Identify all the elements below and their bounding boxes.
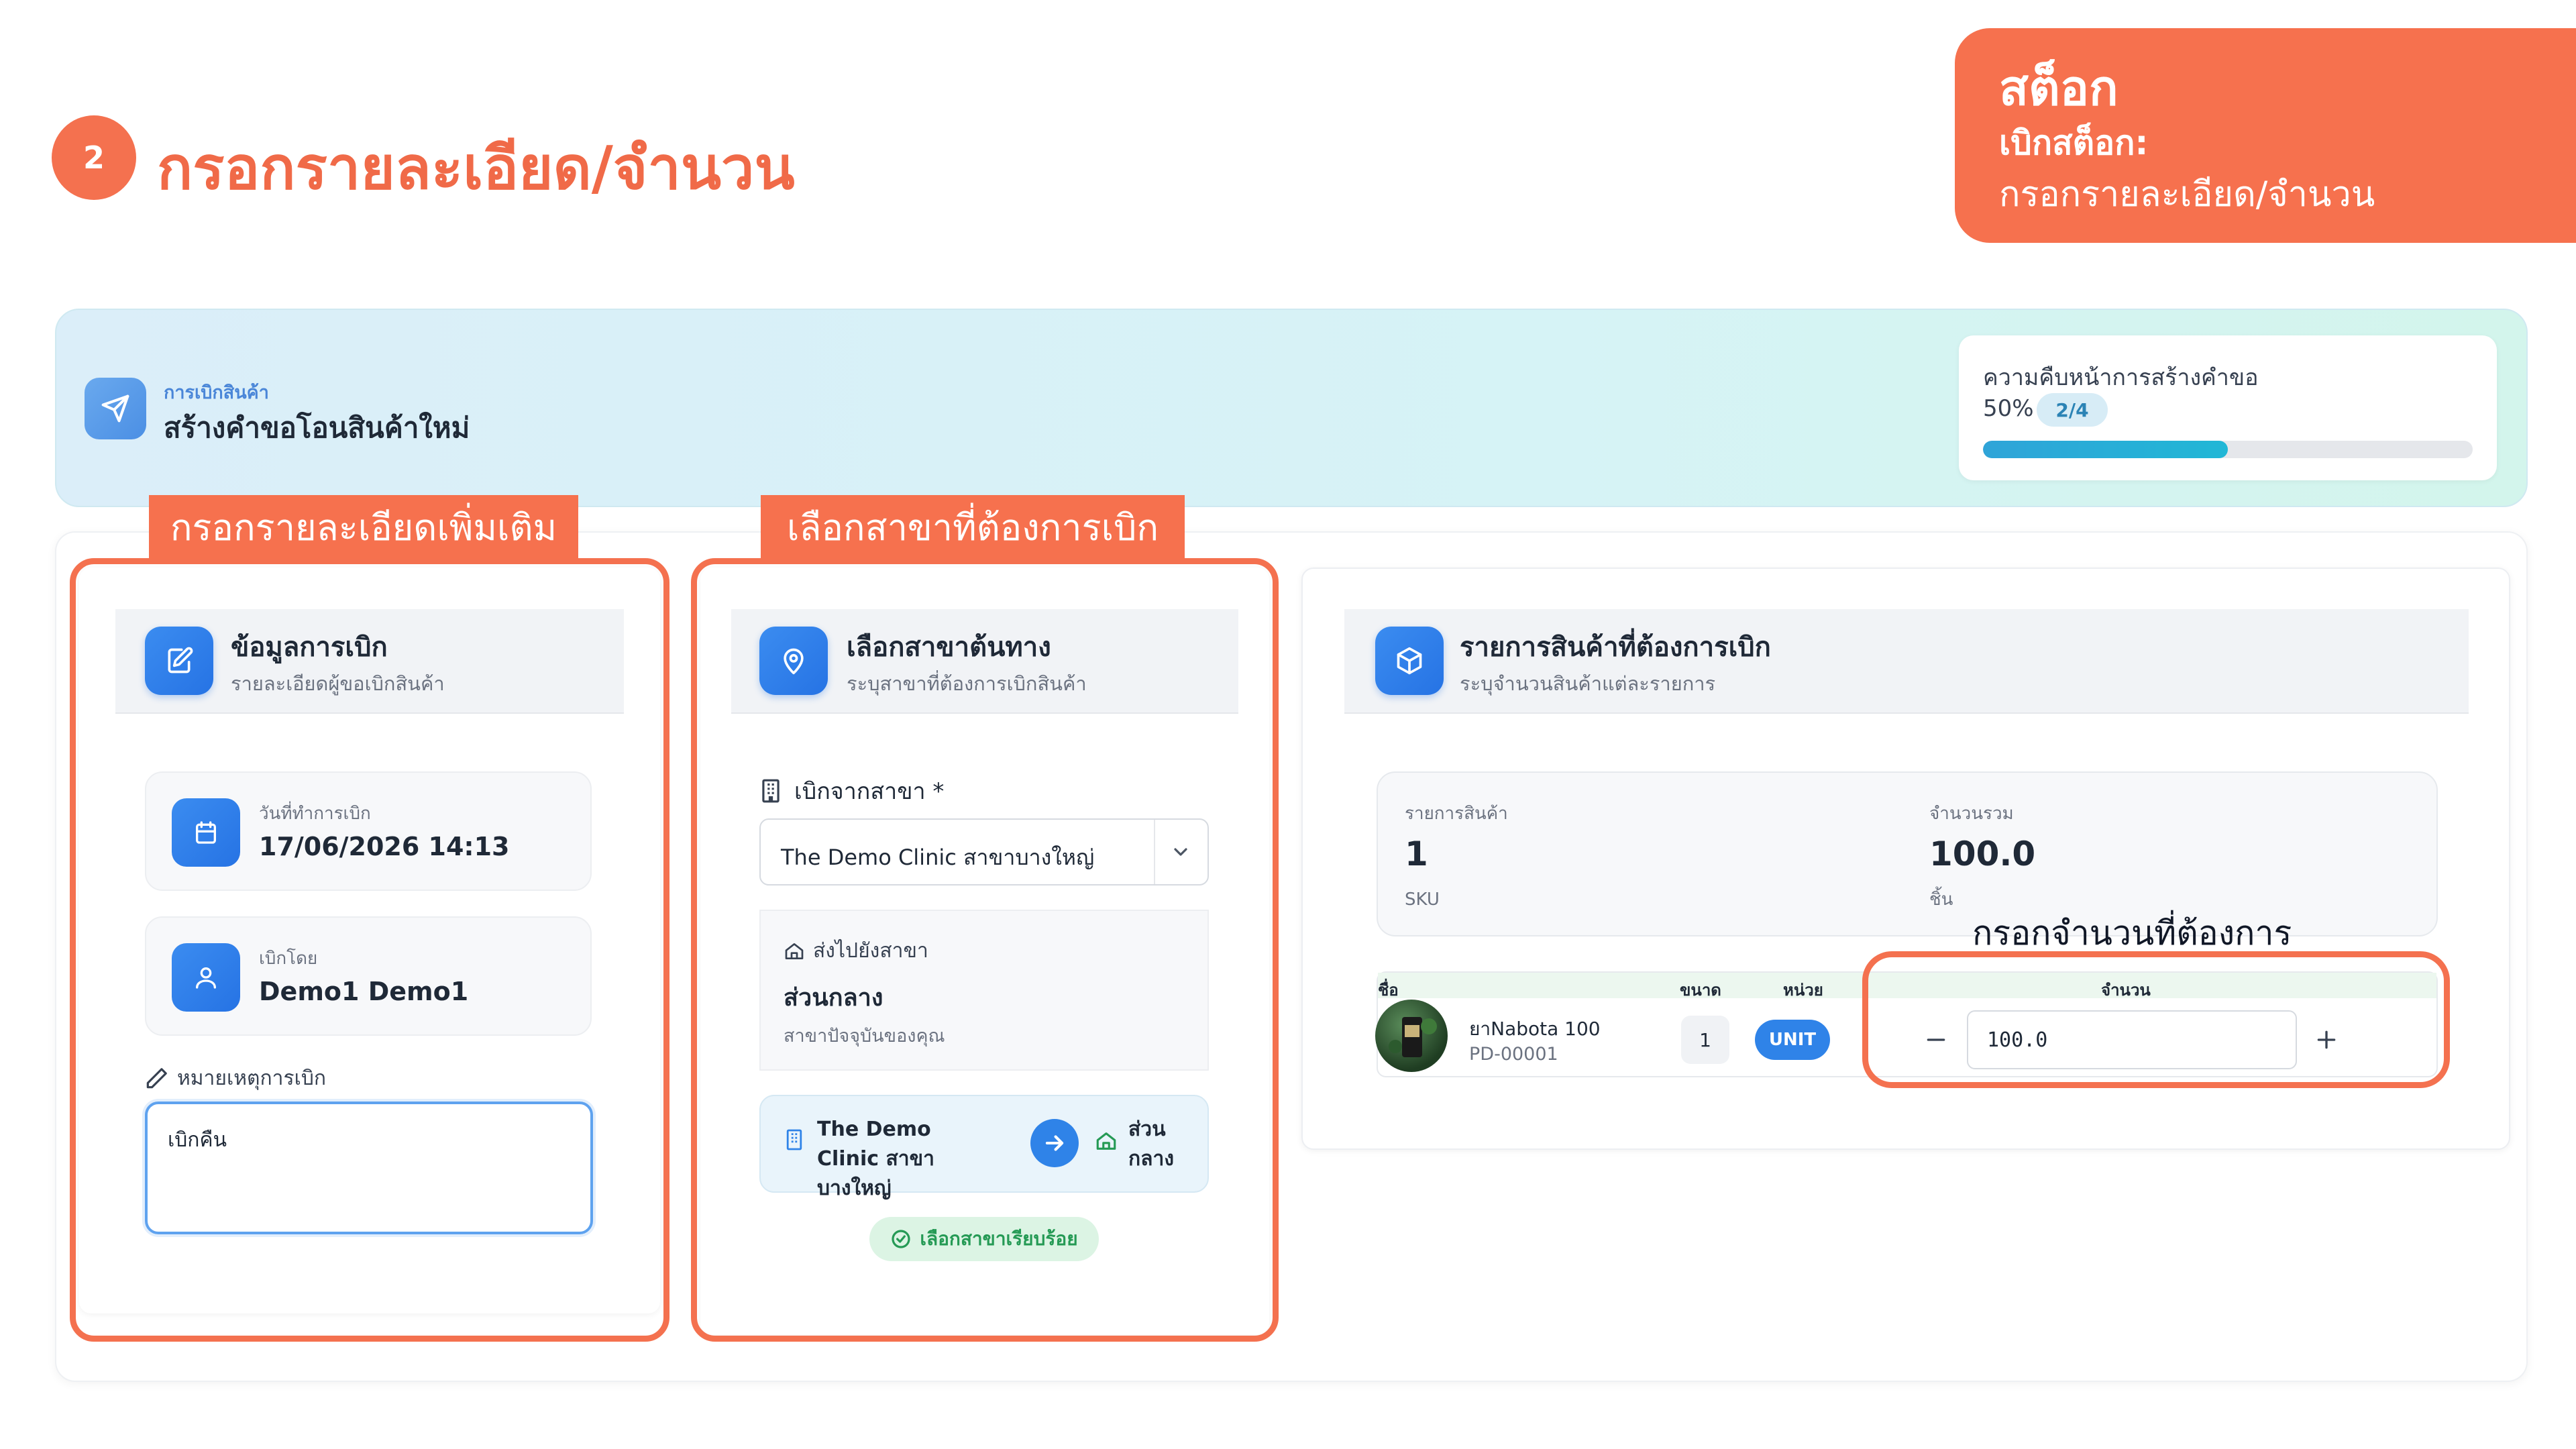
- total-qty-label: จำนวนรวม: [1929, 804, 2014, 824]
- section-tag-detail: กรอกรายละเอียด/จำนวน: [1999, 174, 2375, 215]
- quantity-highlight: [1862, 951, 2450, 1088]
- product-unit-badge[interactable]: UNIT: [1755, 1020, 1830, 1060]
- column-size-header: ขนาด: [1680, 981, 1721, 1000]
- products-title: รายการสินค้าที่ต้องการเบิก: [1460, 632, 1771, 663]
- send-icon: [85, 378, 146, 439]
- column-name-header: ชื่อ: [1378, 981, 1399, 1000]
- progress-step-badge: 2/4: [2037, 393, 2108, 427]
- product-name: ยาNabota 100: [1469, 1018, 1601, 1040]
- details-annotation: กรอกรายละเอียดเพิ่มเติม: [149, 495, 578, 559]
- items-count-label: รายการสินค้า: [1405, 804, 1508, 824]
- details-highlight: [70, 558, 669, 1342]
- section-tag-title: สต็อก: [1999, 60, 2118, 116]
- section-tag: สต็อก เบิกสต็อก: กรอกรายละเอียด/จำนวน: [1955, 28, 2576, 243]
- progress-fill: [1983, 441, 2228, 458]
- product-code: PD-00001: [1469, 1044, 1558, 1065]
- items-count-value: 1: [1405, 835, 1428, 873]
- items-count-unit: SKU: [1405, 890, 1440, 910]
- product-size: 1: [1681, 1016, 1729, 1064]
- breadcrumb[interactable]: การเบิกสินค้า: [164, 378, 269, 407]
- step-number-badge: 2: [52, 115, 136, 200]
- box-icon: [1375, 627, 1444, 695]
- progress-percent: 50%: [1983, 395, 2034, 422]
- branch-annotation: เลือกสาขาที่ต้องการเบิก: [761, 495, 1185, 559]
- page-title: สร้างคำขอโอนสินค้าใหม่: [164, 411, 470, 444]
- progress-bar: [1983, 441, 2473, 458]
- total-qty-value: 100.0: [1929, 835, 2036, 873]
- section-tag-subtitle: เบิกสต็อก:: [1999, 123, 2149, 162]
- quantity-annotation: กรอกจำนวนที่ต้องการ: [1972, 914, 2292, 953]
- products-subtitle: ระบุจำนวนสินค้าแต่ละรายการ: [1460, 672, 1716, 695]
- branch-highlight: [691, 558, 1279, 1342]
- total-qty-unit: ชิ้น: [1929, 890, 1953, 910]
- column-unit-header: หน่วย: [1783, 981, 1823, 1000]
- progress-label: ความคืบหน้าการสร้างคำขอ: [1983, 364, 2259, 391]
- product-thumbnail: [1375, 1000, 1448, 1072]
- step-title: กรอกรายละเอียด/จำนวน: [157, 133, 795, 203]
